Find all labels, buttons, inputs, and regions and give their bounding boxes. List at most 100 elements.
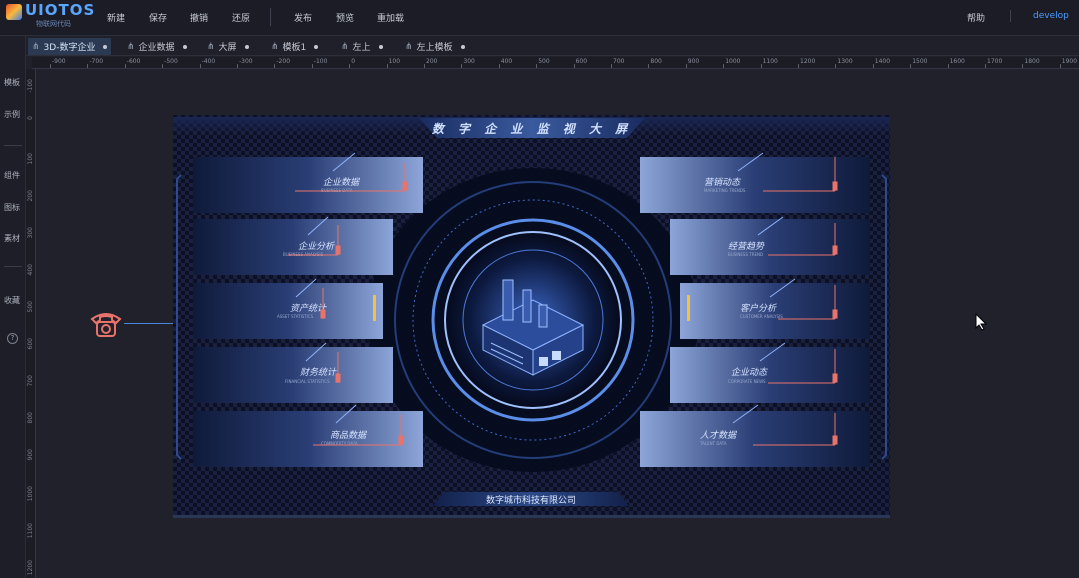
ruler-tick-label: -100	[313, 58, 328, 65]
tab-label: 左上模板	[416, 43, 453, 53]
tree-icon: ⋔	[207, 41, 215, 52]
ruler-tick	[1059, 64, 1061, 68]
ruler-tick	[872, 64, 874, 68]
undo-button[interactable]: 撤销	[190, 11, 208, 24]
ruler-tick-label: 200	[27, 190, 34, 202]
tab-label: 大屏	[218, 43, 237, 53]
ruler-tick-label: 600	[575, 58, 588, 65]
sidebar-item-assets[interactable]: 素材	[4, 233, 20, 244]
tab-close-dot-icon[interactable]	[244, 44, 249, 49]
ruler-tick-label: -900	[52, 58, 66, 65]
help-link[interactable]: 帮助	[967, 11, 985, 24]
ruler-tick-label: 600	[27, 338, 34, 350]
ruler-tick-label: 900	[687, 58, 700, 65]
ruler-tick-label: 800	[27, 412, 34, 424]
ruler-tick-label: 1800	[1024, 58, 1040, 65]
ruler-tick	[461, 64, 463, 68]
ruler-tick	[798, 64, 799, 68]
design-canvas[interactable]: 数 字 企 业 监 视 大 屏 企业数据 BUSINESS DATA 企业分	[173, 115, 890, 518]
left-sidebar: 模板 示例 组件 图标 素材 收藏 ?	[0, 36, 26, 578]
sidebar-item-examples[interactable]: 示例	[4, 109, 20, 120]
company-name: 数字城市科技有限公司	[485, 496, 576, 506]
ruler-tick	[311, 64, 313, 68]
ruler-tick	[1022, 64, 1024, 68]
phone-icon[interactable]	[88, 305, 124, 341]
tab-top-left[interactable]: ⋔ 左上	[337, 38, 387, 55]
new-button[interactable]: 新建	[107, 11, 125, 24]
ruler-tick-label: 500	[538, 58, 550, 65]
ruler-tick-label: 1900	[1061, 58, 1078, 65]
redo-button[interactable]: 还原	[232, 11, 250, 24]
connector-line	[124, 323, 173, 324]
user-link[interactable]: develop	[1033, 11, 1069, 21]
preview-button[interactable]: 预览	[336, 11, 354, 24]
ruler-tick-label: 1200	[27, 560, 34, 576]
ruler-tick	[760, 64, 762, 68]
help-icon[interactable]: ?	[7, 333, 18, 344]
tab-label: 企业数据	[138, 43, 175, 53]
tab-close-dot-icon[interactable]	[314, 44, 319, 49]
ruler-tick	[424, 64, 425, 68]
app-logo-subtitle: 物联网代码	[36, 20, 71, 28]
ruler-tick	[349, 64, 351, 68]
ruler-tick-label: 300	[27, 227, 34, 239]
ruler-tick-label: -500	[164, 58, 178, 65]
ruler-tick-label: 0	[27, 116, 34, 120]
vertical-ruler: -100 0 100 200 300 400 500 600 700 800 900 1000 1100…	[26, 69, 36, 578]
sidebar-item-favorites[interactable]: 收藏	[4, 295, 20, 306]
ruler-tick-label: 800	[650, 58, 662, 65]
ruler-tick	[985, 64, 986, 68]
save-button[interactable]: 保存	[149, 11, 167, 24]
ruler-tick	[835, 64, 837, 68]
tab-close-dot-icon[interactable]	[103, 44, 108, 49]
ruler-tick	[274, 64, 276, 68]
ruler-tick	[648, 64, 650, 68]
sidebar-item-icons[interactable]: 图标	[4, 202, 20, 213]
tab-enterprise-data[interactable]: ⋔ 企业数据	[123, 38, 191, 55]
tab-label: 3D-数字企业	[43, 43, 96, 53]
ruler-tick-label: 100	[388, 58, 401, 65]
ruler-tick	[124, 64, 126, 68]
ruler-tick-label: 500	[27, 301, 34, 313]
ruler-tick	[162, 64, 164, 68]
toolbar-divider	[270, 8, 271, 26]
tab-close-dot-icon[interactable]	[460, 44, 465, 49]
ruler-tick-label: 1000	[725, 58, 741, 65]
tab-top-left-template[interactable]: ⋔ 左上模板	[401, 38, 469, 55]
tree-icon: ⋔	[271, 41, 279, 52]
tab-big-screen[interactable]: ⋔ 大屏	[203, 38, 253, 55]
mouse-cursor-icon	[975, 313, 987, 331]
tab-close-dot-icon[interactable]	[182, 44, 187, 49]
ruler-tick	[723, 64, 725, 68]
ruler-tick	[910, 64, 912, 68]
app-logo-text: UIOTOS	[25, 1, 96, 19]
reload-button[interactable]: 重加载	[377, 11, 404, 24]
ruler-tick-label: -300	[239, 58, 253, 65]
horizontal-ruler: -900 -700 -600 -500 -400 -300 -200 -100 0 100 200 3…	[32, 57, 1079, 69]
ruler-tick-label: 900	[27, 449, 34, 461]
ruler-tick-label: 1700	[987, 58, 1003, 65]
ruler-tick-label: 400	[500, 58, 513, 65]
ruler-tick	[237, 64, 238, 68]
ruler-tick	[87, 64, 89, 68]
document-tabs: 文件 ⋔ 3D-数字企业 ⋔ 企业数据 ⋔ 大屏 ⋔ 模板1 ⋔ 左上 ⋔ 左上…	[0, 36, 1079, 56]
ruler-tick	[611, 64, 612, 68]
sidebar-item-templates[interactable]: 模板	[4, 77, 20, 88]
ruler-tick	[386, 64, 388, 68]
ruler-tick-label: 1100	[27, 523, 34, 539]
sidebar-divider	[4, 266, 22, 267]
marker-lines	[176, 152, 887, 460]
sidebar-item-components[interactable]: 组件	[4, 170, 20, 181]
ruler-tick	[947, 64, 949, 68]
ruler-tick-label: -100	[27, 79, 34, 93]
tree-icon: ⋔	[405, 41, 413, 52]
ruler-tick	[50, 64, 51, 68]
ruler-tick-label: -200	[276, 58, 291, 65]
ruler-tick	[498, 64, 500, 68]
publish-button[interactable]: 发布	[294, 11, 312, 24]
tab-template-1[interactable]: ⋔ 模板1	[267, 38, 322, 55]
ruler-tick-label: 100	[27, 153, 34, 165]
ruler-tick-label: 1400	[874, 58, 891, 65]
tab-3d-digital-enterprise[interactable]: ⋔ 3D-数字企业	[28, 38, 112, 55]
tab-close-dot-icon[interactable]	[378, 44, 383, 49]
